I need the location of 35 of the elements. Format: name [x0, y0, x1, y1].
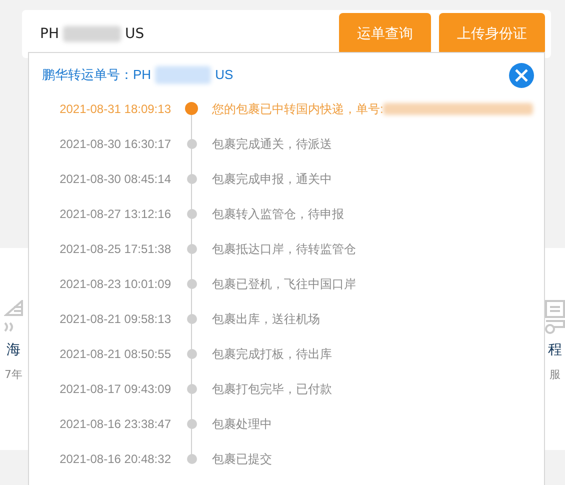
event-text: 包裹完成打板，待出库 [212, 346, 332, 362]
event-time: 2021-08-30 08:45:14 [58, 170, 171, 188]
event-text: 包裹打包完毕，已付款 [212, 380, 332, 398]
event-text: 包裹处理中 [212, 416, 272, 432]
redacted-block [62, 26, 121, 42]
close-button[interactable] [509, 62, 534, 88]
event-text: 包裹已提交 [212, 450, 272, 468]
tracking-number: 鹏华转运单号：PH US [42, 65, 234, 85]
event-text: 包裹完成通关，待派送 [212, 136, 332, 152]
waves-icon [4, 300, 24, 334]
event-text: 包裹抵达口岸，待转监管仓 [212, 240, 356, 258]
event-time: 2021-08-25 17:51:38 [58, 240, 171, 258]
feature-title: 程 [548, 341, 562, 360]
feature-subtitle: 7年 [4, 367, 22, 383]
event-text: 包裹出库，送往机场 [212, 310, 320, 328]
feature-subtitle: 服 [550, 367, 560, 383]
event-text: 包裹转入监管仓，待申报 [212, 206, 344, 222]
search-field[interactable]: PH US [40, 24, 339, 44]
event-text: 您的包裹已中转国内快递，单号: [212, 100, 384, 118]
event-time: 2021-08-30 16:30:17 [58, 136, 171, 152]
event-time: 2021-08-21 09:58:13 [58, 310, 171, 328]
redacted-block [155, 66, 212, 84]
event-time: 2021-08-16 23:38:47 [58, 416, 171, 432]
event-time: 2021-08-27 13:12:16 [58, 206, 171, 222]
event-time: 2021-08-31 18:09:13 [58, 100, 171, 118]
feature-title: 海 [6, 341, 20, 360]
track-query-button[interactable]: 运单查询 [339, 13, 431, 55]
upload-id-button[interactable]: 上传身份证 [439, 13, 545, 55]
event-text: 包裹已登机，飞往中国口岸 [212, 276, 356, 292]
document-icon [545, 300, 565, 334]
event-text: 包裹完成申报，通关中 [212, 170, 332, 188]
event-time: 2021-08-21 08:50:55 [58, 346, 171, 362]
event-time: 2021-08-23 10:01:09 [58, 276, 171, 292]
event-time: 2021-08-16 20:48:32 [58, 450, 171, 468]
event-time: 2021-08-17 09:43:09 [58, 380, 171, 398]
